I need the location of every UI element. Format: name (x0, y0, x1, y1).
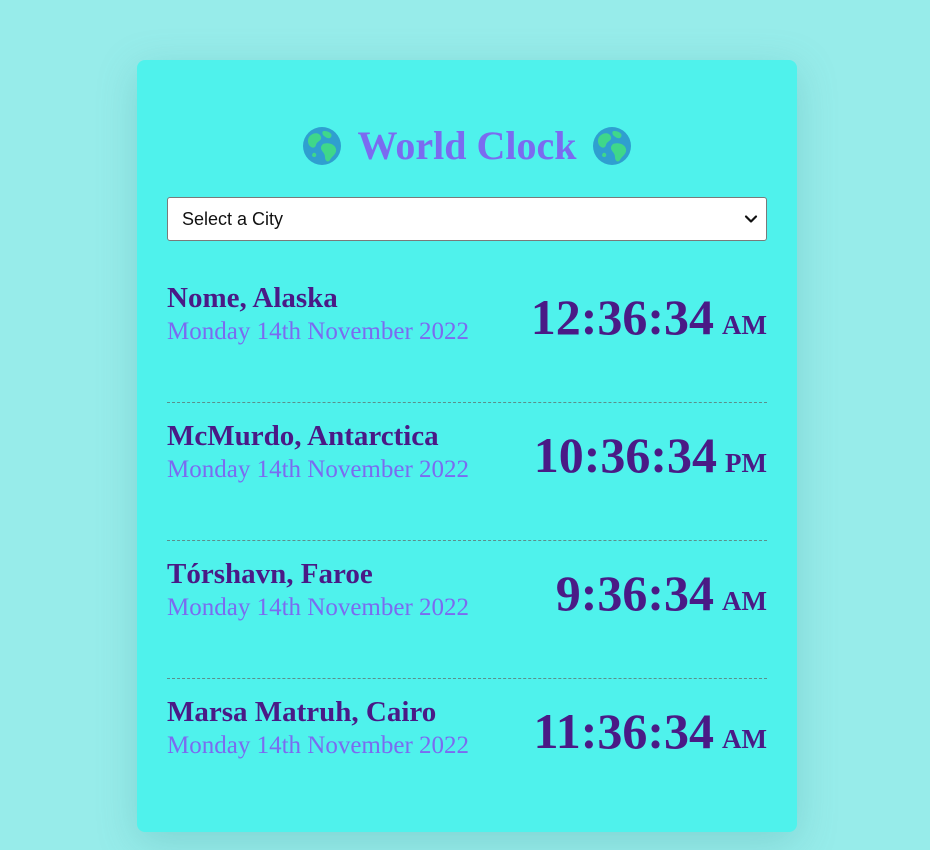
chevron-down-icon (744, 212, 758, 226)
time-digits: 9:36:34 (555, 565, 715, 621)
city-list: Nome, Alaska Monday 14th November 2022 1… (167, 281, 767, 817)
city-date: Monday 14th November 2022 (167, 456, 470, 483)
am-pm-label: AM (722, 724, 767, 754)
am-pm-label: AM (722, 310, 767, 340)
city-info: Tórshavn, Faroe Monday 14th November 202… (167, 557, 469, 625)
city-time: 11:36:34 AM (533, 701, 767, 761)
city-row: Marsa Matruh, Cairo Monday 14th November… (167, 679, 767, 817)
city-name: Marsa Matruh, Cairo (167, 696, 437, 728)
city-info: McMurdo, Antarctica Monday 14th November… (167, 419, 469, 487)
globe-icon (592, 126, 632, 166)
city-date: Monday 14th November 2022 (167, 594, 470, 621)
city-date: Monday 14th November 2022 (167, 318, 470, 345)
globe-icon (302, 126, 342, 166)
time-digits: 11:36:34 (533, 703, 715, 759)
city-row: McMurdo, Antarctica Monday 14th November… (167, 403, 767, 541)
city-row: Nome, Alaska Monday 14th November 2022 1… (167, 281, 767, 403)
app-title-header: World Clock (167, 60, 767, 170)
city-select-value: Select a City (182, 209, 284, 229)
city-name: McMurdo, Antarctica (167, 420, 439, 452)
city-time: 10:36:34 PM (534, 425, 767, 485)
city-time: 9:36:34 AM (556, 563, 767, 623)
city-date: Monday 14th November 2022 (167, 732, 470, 759)
world-clock-card: World Clock Select a City Nome, Alaska M… (137, 60, 797, 832)
time-digits: 12:36:34 (530, 289, 715, 345)
city-name: Tórshavn, Faroe (167, 558, 373, 590)
city-name: Nome, Alaska (167, 282, 338, 314)
city-row: Tórshavn, Faroe Monday 14th November 202… (167, 541, 767, 679)
app-title-text: World Clock (357, 123, 577, 168)
time-digits: 10:36:34 (533, 427, 718, 483)
city-info: Marsa Matruh, Cairo Monday 14th November… (167, 695, 469, 763)
city-select-dropdown[interactable]: Select a City (167, 197, 767, 241)
am-pm-label: AM (722, 586, 767, 616)
city-info: Nome, Alaska Monday 14th November 2022 (167, 281, 469, 349)
city-time: 12:36:34 AM (531, 287, 767, 347)
am-pm-label: PM (725, 448, 767, 478)
